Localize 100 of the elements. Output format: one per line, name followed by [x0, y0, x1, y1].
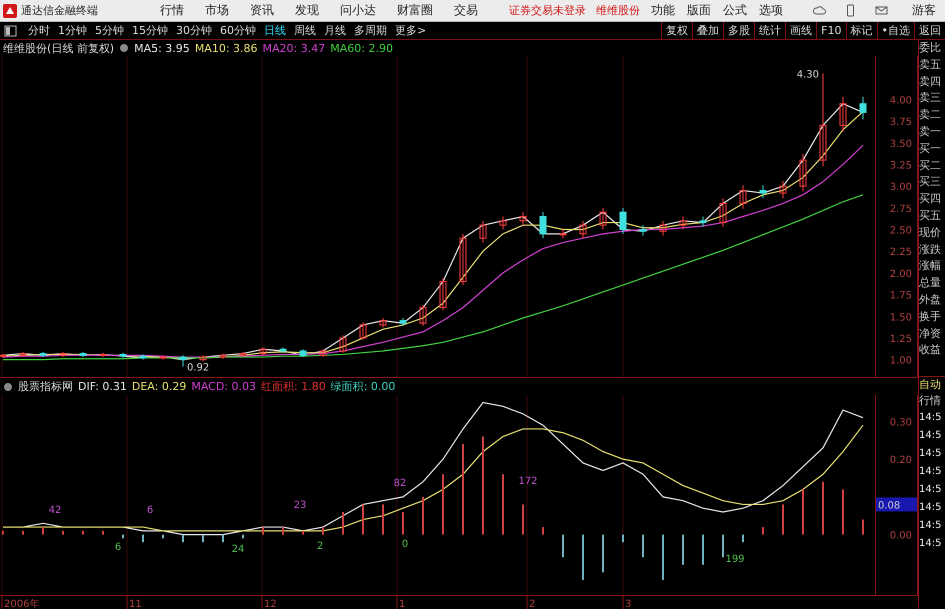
settings-icon[interactable] — [3, 382, 13, 392]
tool-button[interactable]: F10 — [816, 22, 846, 39]
tool-button[interactable]: 画线 — [785, 22, 816, 39]
menu-item[interactable]: 交易 — [454, 2, 478, 19]
candle — [640, 224, 646, 236]
tool-button[interactable]: 返回 — [914, 22, 945, 39]
menu-item[interactable]: 问小达 — [340, 2, 376, 19]
quote-label: 卖一 — [919, 124, 942, 140]
indicator-value: 绿面积: 0.00 — [330, 379, 396, 394]
candle — [500, 216, 506, 230]
axis-label: 0.30 — [890, 417, 912, 428]
menu-item[interactable]: 公式 — [723, 2, 747, 19]
date-label: 2 — [526, 596, 536, 609]
menu-item[interactable]: 财富圈 — [397, 2, 433, 19]
period-tab[interactable]: 15分钟 — [128, 23, 172, 38]
trade-time: 14:5 — [919, 447, 942, 461]
candle — [380, 318, 386, 328]
trade-time: 14:5 — [919, 465, 942, 479]
candle — [740, 184, 746, 210]
chart-title: 维维股份(日线 前复权) — [3, 40, 114, 56]
tool-button[interactable]: 叠加 — [692, 22, 724, 39]
menu-item[interactable]: 市场 — [205, 2, 229, 19]
candle — [760, 184, 766, 199]
candle — [560, 229, 566, 239]
candle — [620, 207, 626, 234]
candle — [280, 347, 286, 354]
date-label: 11 — [126, 596, 142, 609]
candle — [540, 212, 546, 239]
quote-label: 买五 — [919, 208, 942, 224]
tool-button[interactable]: 复权 — [661, 22, 692, 39]
quote-label: 涨跌 — [919, 242, 942, 258]
side-tab[interactable]: 行情 — [919, 393, 945, 409]
axis-label: 2.25 — [890, 247, 912, 258]
status-notice[interactable]: 证券交易未登录 — [509, 3, 586, 18]
axis-label: 1.25 — [890, 334, 912, 345]
menu-item[interactable]: 行情 — [160, 2, 184, 19]
period-tab[interactable]: 1分钟 — [54, 23, 91, 38]
settings-icon[interactable] — [119, 43, 130, 53]
candle — [420, 304, 426, 326]
phone-icon[interactable] — [844, 4, 857, 17]
trade-time: 14:5 — [919, 483, 942, 497]
axis-label: 2.00 — [890, 268, 912, 280]
axis-label: 2.50 — [890, 226, 912, 237]
date-label: 2006年 — [2, 596, 40, 609]
axis-label: 0.00 — [890, 530, 912, 542]
quote-label: 换手 — [919, 308, 942, 325]
count-label: 172 — [518, 476, 538, 487]
menu-item[interactable]: 功能 — [651, 2, 675, 19]
period-tab[interactable]: 多周期 — [350, 23, 391, 38]
menu-item[interactable]: 选项 — [759, 2, 783, 19]
candle — [660, 220, 666, 236]
side-tab[interactable]: 自动 — [919, 377, 945, 393]
period-tab[interactable]: 月线 — [320, 23, 350, 38]
quote-label: 买四 — [919, 191, 942, 208]
panel-toggle-icon[interactable] — [4, 24, 18, 36]
period-tab[interactable]: 更多> — [391, 23, 430, 38]
indicator-value: MA5: 3.95 — [134, 42, 190, 54]
trade-time: 14:5 — [919, 501, 942, 515]
tool-button[interactable]: 标记 — [846, 22, 876, 39]
status-notice[interactable]: 维维股份 — [596, 3, 640, 18]
period-tab[interactable]: 30分钟 — [172, 23, 216, 38]
period-tab[interactable]: 5分钟 — [91, 23, 128, 38]
logo-icon — [3, 4, 17, 18]
candle — [580, 220, 586, 239]
period-tab[interactable]: 周线 — [290, 23, 320, 38]
trade-time: 14:5 — [919, 519, 942, 533]
quote-label: 现价 — [919, 224, 942, 241]
menu-item[interactable]: 发现 — [295, 2, 319, 19]
quote-label: 涨幅 — [919, 258, 942, 274]
period-tab[interactable]: 日线 — [260, 23, 290, 38]
indicator-value: MA10: 3.86 — [194, 42, 258, 54]
count-label: 23 — [294, 500, 306, 511]
candle — [200, 354, 206, 362]
cloud-icon[interactable] — [813, 4, 826, 17]
menu-item[interactable]: 版面 — [687, 2, 711, 19]
candle — [0, 353, 6, 358]
tool-button[interactable]: •自选 — [876, 22, 914, 39]
count-label: 199 — [725, 554, 745, 565]
quote-label: 净资 — [919, 326, 942, 342]
axis-label: 3.50 — [890, 138, 912, 150]
indicator-value: DEA: 0.29 — [132, 380, 186, 393]
candle — [460, 233, 466, 286]
tool-button[interactable]: 多股 — [723, 22, 754, 39]
menu-item[interactable]: 资讯 — [250, 2, 274, 19]
candle — [140, 354, 146, 360]
candle — [160, 354, 166, 360]
axis-label: 3.25 — [890, 160, 912, 172]
candle — [840, 96, 846, 132]
quote-label: 卖四 — [919, 74, 942, 90]
indicator-value: MA60: 2.90 — [330, 42, 393, 54]
indicator-value: MA20: 3.47 — [262, 42, 326, 54]
tool-button[interactable]: 统计 — [754, 22, 786, 39]
mail-icon[interactable] — [875, 4, 888, 17]
quote-label: 卖三 — [919, 90, 942, 106]
date-label: 12 — [262, 596, 277, 609]
candle — [40, 351, 46, 358]
axis-label: 2.75 — [890, 204, 912, 215]
user-label[interactable]: 游客 — [912, 2, 936, 19]
period-tab[interactable]: 分时 — [24, 23, 54, 38]
period-tab[interactable]: 60分钟 — [216, 23, 260, 38]
